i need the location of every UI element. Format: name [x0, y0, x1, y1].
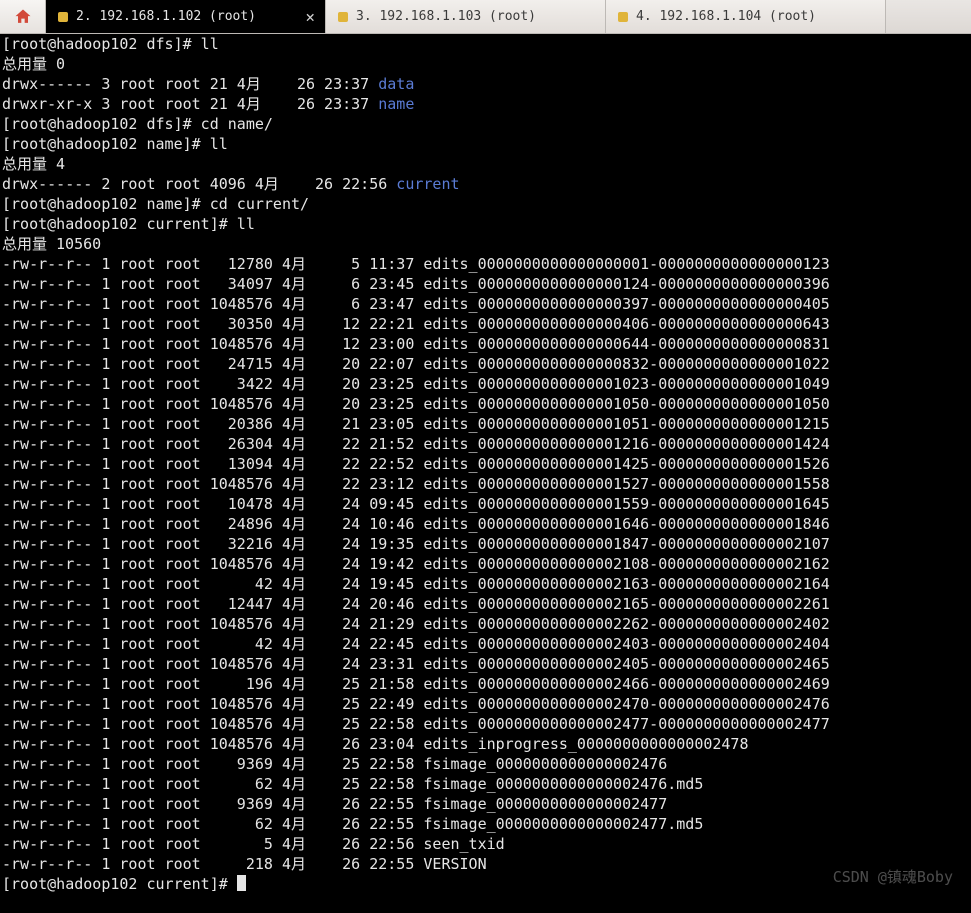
total-line: 总用量 10560 — [2, 234, 969, 254]
prompt-line: [root@hadoop102 dfs]# cd name/ — [2, 114, 969, 134]
file-name: edits_0000000000000000832-00000000000000… — [423, 355, 829, 373]
ls-row: -rw-r--r-- 1 root root 62 4月 25 22:58 fs… — [2, 774, 969, 794]
file-name: edits_0000000000000000124-00000000000000… — [423, 275, 829, 293]
file-name: edits_0000000000000000644-00000000000000… — [423, 335, 829, 353]
ls-row: -rw-r--r-- 1 root root 1048576 4月 25 22:… — [2, 714, 969, 734]
close-icon[interactable]: × — [305, 7, 315, 26]
ls-row: -rw-r--r-- 1 root root 26304 4月 22 21:52… — [2, 434, 969, 454]
tab-label: 4. 192.168.1.104 (root) — [636, 9, 816, 24]
ls-row: -rw-r--r-- 1 root root 62 4月 26 22:55 fs… — [2, 814, 969, 834]
directory-name: name — [378, 95, 414, 113]
home-button[interactable] — [0, 0, 46, 33]
ls-row: -rw-r--r-- 1 root root 1048576 4月 24 19:… — [2, 554, 969, 574]
file-name: fsimage_0000000000000002476.md5 — [423, 775, 703, 793]
file-name: edits_0000000000000001425-00000000000000… — [423, 455, 829, 473]
terminal-icon — [618, 12, 628, 22]
file-name: edits_0000000000000000406-00000000000000… — [423, 315, 829, 333]
tab-label: 2. 192.168.1.102 (root) — [76, 9, 256, 24]
ls-row: -rw-r--r-- 1 root root 32216 4月 24 19:35… — [2, 534, 969, 554]
file-name: edits_0000000000000002470-00000000000000… — [423, 695, 829, 713]
home-icon — [13, 7, 33, 27]
ls-row: -rw-r--r-- 1 root root 1048576 4月 25 22:… — [2, 694, 969, 714]
ls-row: -rw-r--r-- 1 root root 1048576 4月 20 23:… — [2, 394, 969, 414]
prompt-line: [root@hadoop102 name]# ll — [2, 134, 969, 154]
file-name: edits_0000000000000001050-00000000000000… — [423, 395, 829, 413]
ls-row: -rw-r--r-- 1 root root 30350 4月 12 22:21… — [2, 314, 969, 334]
file-name: edits_0000000000000001216-00000000000000… — [423, 435, 829, 453]
ls-row: -rw-r--r-- 1 root root 1048576 4月 24 21:… — [2, 614, 969, 634]
file-name: seen_txid — [423, 835, 504, 853]
tab-2[interactable]: 3. 192.168.1.103 (root) — [326, 0, 606, 33]
file-name: edits_0000000000000001051-00000000000000… — [423, 415, 829, 433]
prompt-line: [root@hadoop102 dfs]# ll — [2, 34, 969, 54]
ls-row: -rw-r--r-- 1 root root 1048576 4月 24 23:… — [2, 654, 969, 674]
ls-row: -rw-r--r-- 1 root root 1048576 4月 22 23:… — [2, 474, 969, 494]
ls-row: drwx------ 3 root root 21 4月 26 23:37 da… — [2, 74, 969, 94]
file-name: edits_0000000000000000001-00000000000000… — [423, 255, 829, 273]
file-name: edits_0000000000000002466-00000000000000… — [423, 675, 829, 693]
file-name: edits_0000000000000002403-00000000000000… — [423, 635, 829, 653]
ls-row: -rw-r--r-- 1 root root 9369 4月 26 22:55 … — [2, 794, 969, 814]
file-name: edits_0000000000000001527-00000000000000… — [423, 475, 829, 493]
tab-label: 3. 192.168.1.103 (root) — [356, 9, 536, 24]
ls-row: -rw-r--r-- 1 root root 3422 4月 20 23:25 … — [2, 374, 969, 394]
total-line: 总用量 0 — [2, 54, 969, 74]
file-name: fsimage_0000000000000002477 — [423, 795, 667, 813]
directory-name: data — [378, 75, 414, 93]
file-name: fsimage_0000000000000002476 — [423, 755, 667, 773]
ls-row: -rw-r--r-- 1 root root 1048576 4月 12 23:… — [2, 334, 969, 354]
total-line: 总用量 4 — [2, 154, 969, 174]
tab-bar: 2. 192.168.1.102 (root) × 3. 192.168.1.1… — [0, 0, 971, 34]
ls-row: -rw-r--r-- 1 root root 42 4月 24 19:45 ed… — [2, 574, 969, 594]
ls-row: -rw-r--r-- 1 root root 12447 4月 24 20:46… — [2, 594, 969, 614]
ls-row: -rw-r--r-- 1 root root 13094 4月 22 22:52… — [2, 454, 969, 474]
file-name: edits_0000000000000002165-00000000000000… — [423, 595, 829, 613]
ls-row: -rw-r--r-- 1 root root 10478 4月 24 09:45… — [2, 494, 969, 514]
prompt-line: [root@hadoop102 current]# — [2, 874, 969, 894]
ls-row: -rw-r--r-- 1 root root 1048576 4月 26 23:… — [2, 734, 969, 754]
file-name: edits_0000000000000001847-00000000000000… — [423, 535, 829, 553]
prompt-line: [root@hadoop102 current]# ll — [2, 214, 969, 234]
terminal-icon — [338, 12, 348, 22]
file-name: fsimage_0000000000000002477.md5 — [423, 815, 703, 833]
ls-row: -rw-r--r-- 1 root root 9369 4月 25 22:58 … — [2, 754, 969, 774]
prompt-line: [root@hadoop102 name]# cd current/ — [2, 194, 969, 214]
file-name: edits_0000000000000001646-00000000000000… — [423, 515, 829, 533]
terminal-output[interactable]: [root@hadoop102 dfs]# ll总用量 0drwx------ … — [0, 34, 971, 896]
tab-1[interactable]: 2. 192.168.1.102 (root) × — [46, 0, 326, 33]
tab-3[interactable]: 4. 192.168.1.104 (root) — [606, 0, 886, 33]
file-name: edits_0000000000000001023-00000000000000… — [423, 375, 829, 393]
file-name: edits_0000000000000002163-00000000000000… — [423, 575, 829, 593]
file-name: edits_0000000000000002405-00000000000000… — [423, 655, 829, 673]
terminal-icon — [58, 12, 68, 22]
ls-row: -rw-r--r-- 1 root root 218 4月 26 22:55 V… — [2, 854, 969, 874]
cursor — [237, 875, 246, 891]
ls-row: -rw-r--r-- 1 root root 12780 4月 5 11:37 … — [2, 254, 969, 274]
file-name: edits_0000000000000000397-00000000000000… — [423, 295, 829, 313]
file-name: edits_0000000000000002262-00000000000000… — [423, 615, 829, 633]
directory-name: current — [396, 175, 459, 193]
ls-row: -rw-r--r-- 1 root root 196 4月 25 21:58 e… — [2, 674, 969, 694]
file-name: VERSION — [423, 855, 486, 873]
file-name: edits_0000000000000001559-00000000000000… — [423, 495, 829, 513]
ls-row: -rw-r--r-- 1 root root 24896 4月 24 10:46… — [2, 514, 969, 534]
file-name: edits_0000000000000002477-00000000000000… — [423, 715, 829, 733]
ls-row: drwxr-xr-x 3 root root 21 4月 26 23:37 na… — [2, 94, 969, 114]
file-name: edits_0000000000000002108-00000000000000… — [423, 555, 829, 573]
ls-row: -rw-r--r-- 1 root root 20386 4月 21 23:05… — [2, 414, 969, 434]
ls-row: drwx------ 2 root root 4096 4月 26 22:56 … — [2, 174, 969, 194]
ls-row: -rw-r--r-- 1 root root 34097 4月 6 23:45 … — [2, 274, 969, 294]
ls-row: -rw-r--r-- 1 root root 1048576 4月 6 23:4… — [2, 294, 969, 314]
file-name: edits_inprogress_0000000000000002478 — [423, 735, 748, 753]
ls-row: -rw-r--r-- 1 root root 24715 4月 20 22:07… — [2, 354, 969, 374]
ls-row: -rw-r--r-- 1 root root 5 4月 26 22:56 see… — [2, 834, 969, 854]
ls-row: -rw-r--r-- 1 root root 42 4月 24 22:45 ed… — [2, 634, 969, 654]
